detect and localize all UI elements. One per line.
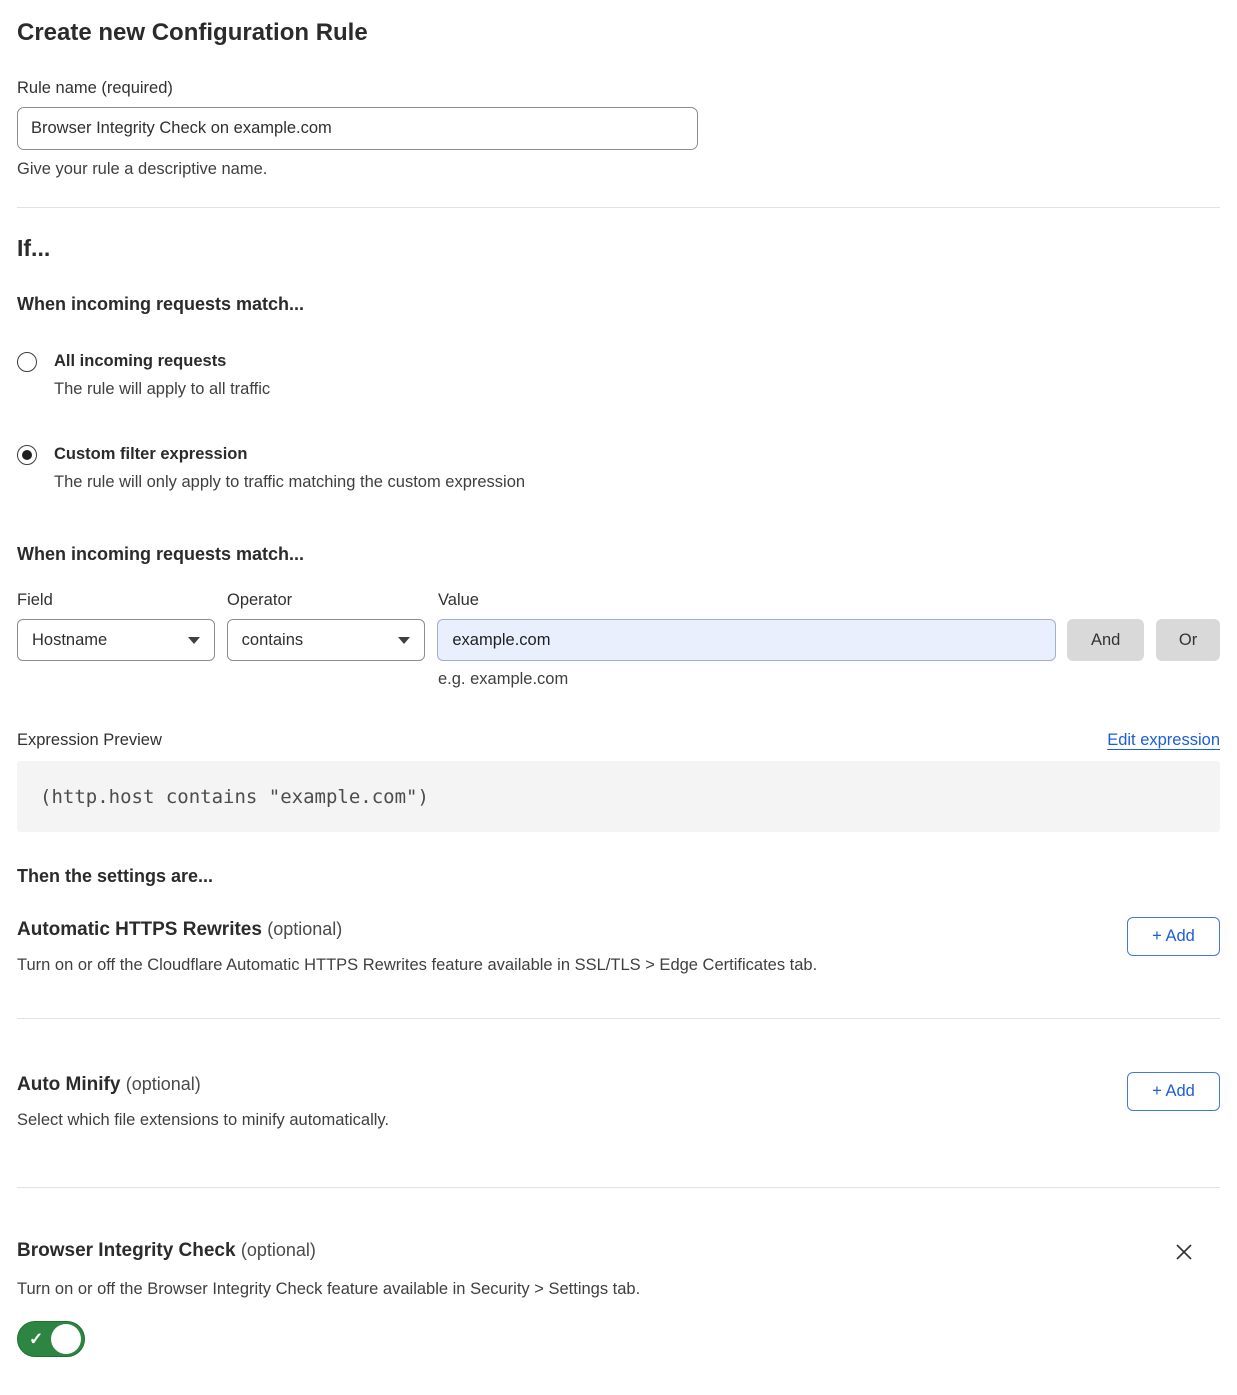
expression-code-text: (http.host contains "example.com") bbox=[40, 786, 429, 808]
chevron-down-icon bbox=[188, 637, 200, 644]
operator-select-value: contains bbox=[242, 631, 303, 650]
optional-tag: (optional) bbox=[241, 1240, 316, 1260]
field-select[interactable]: Hostname bbox=[17, 619, 215, 661]
expression-preview-code: (http.host contains "example.com") bbox=[17, 761, 1220, 832]
filter-builder-heading: When incoming requests match... bbox=[17, 543, 1220, 565]
rule-name-help: Give your rule a descriptive name. bbox=[17, 159, 1220, 179]
browser-integrity-check-toggle[interactable]: ✓ bbox=[17, 1321, 85, 1357]
radio-option-all-incoming-requests[interactable]: All incoming requests The rule will appl… bbox=[17, 351, 1220, 400]
setting-browser-integrity-check: Browser Integrity Check (optional) Turn … bbox=[17, 1238, 1220, 1361]
edit-expression-link[interactable]: Edit expression bbox=[1107, 731, 1220, 750]
toggle-knob bbox=[51, 1324, 81, 1354]
setting-title: Auto Minify bbox=[17, 1074, 120, 1095]
close-icon bbox=[1174, 1242, 1194, 1262]
setting-divider bbox=[17, 1018, 1220, 1019]
chevron-down-icon bbox=[398, 637, 410, 644]
and-button[interactable]: And bbox=[1067, 619, 1144, 661]
setting-auto-minify: Auto Minify (optional) Select which file… bbox=[17, 1072, 1220, 1131]
radio-option-custom-filter-expression[interactable]: Custom filter expression The rule will o… bbox=[17, 444, 1220, 493]
radio-option-label: Custom filter expression bbox=[54, 444, 525, 465]
page-title: Create new Configuration Rule bbox=[17, 18, 1220, 48]
setting-description: Select which file extensions to minify a… bbox=[17, 1110, 389, 1131]
radio-option-description: The rule will apply to all traffic bbox=[54, 379, 270, 400]
setting-description: Turn on or off the Cloudflare Automatic … bbox=[17, 955, 817, 976]
value-hint: e.g. example.com bbox=[438, 670, 1220, 689]
filter-builder-row: Hostname contains And Or bbox=[17, 619, 1220, 661]
optional-tag: (optional) bbox=[126, 1074, 201, 1094]
add-auto-minify-button[interactable]: + Add bbox=[1127, 1072, 1220, 1111]
checkmark-icon: ✓ bbox=[29, 1331, 43, 1348]
or-button[interactable]: Or bbox=[1156, 619, 1220, 661]
radio-selected-icon[interactable] bbox=[17, 445, 37, 465]
field-column-label: Field bbox=[17, 591, 227, 610]
create-configuration-rule-page: Create new Configuration Rule Rule name … bbox=[0, 18, 1237, 1361]
remove-setting-button[interactable] bbox=[1170, 1238, 1198, 1266]
rule-name-input[interactable] bbox=[17, 107, 698, 150]
then-settings-heading: Then the settings are... bbox=[17, 865, 1220, 887]
setting-description: Turn on or off the Browser Integrity Che… bbox=[17, 1279, 1220, 1300]
operator-column-label: Operator bbox=[227, 591, 438, 610]
field-select-value: Hostname bbox=[32, 631, 107, 650]
value-input[interactable] bbox=[437, 619, 1056, 661]
setting-divider bbox=[17, 1187, 1220, 1188]
section-divider bbox=[17, 207, 1220, 208]
setting-title: Browser Integrity Check bbox=[17, 1240, 236, 1261]
add-automatic-https-rewrites-button[interactable]: + Add bbox=[1127, 917, 1220, 956]
when-match-heading: When incoming requests match... bbox=[17, 293, 1220, 315]
operator-select[interactable]: contains bbox=[227, 619, 426, 661]
radio-option-label: All incoming requests bbox=[54, 351, 270, 372]
rule-name-group: Rule name (required) Give your rule a de… bbox=[17, 78, 1220, 179]
setting-automatic-https-rewrites: Automatic HTTPS Rewrites (optional) Turn… bbox=[17, 917, 1220, 976]
radio-unselected-icon[interactable] bbox=[17, 352, 37, 372]
filter-builder-column-labels: Field Operator Value bbox=[17, 591, 1220, 610]
radio-option-description: The rule will only apply to traffic matc… bbox=[54, 472, 525, 493]
rule-name-label: Rule name (required) bbox=[17, 78, 1220, 98]
if-heading: If... bbox=[17, 234, 1220, 262]
optional-tag: (optional) bbox=[267, 919, 342, 939]
value-column-label: Value bbox=[438, 591, 479, 610]
setting-title: Automatic HTTPS Rewrites bbox=[17, 919, 262, 940]
expression-preview-header: Expression Preview Edit expression bbox=[17, 731, 1220, 750]
expression-preview-label: Expression Preview bbox=[17, 731, 162, 750]
